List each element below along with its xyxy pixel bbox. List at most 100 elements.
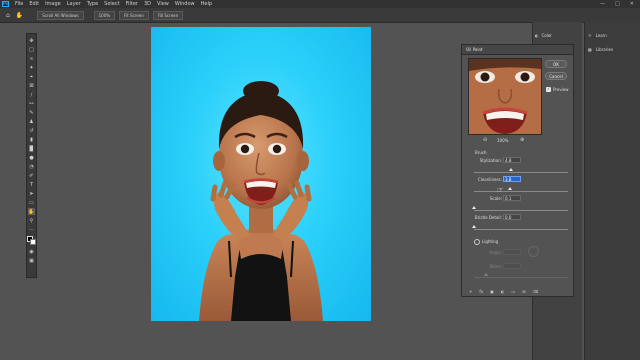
zoom-tool-icon[interactable]: ⚲ xyxy=(28,217,35,224)
cleanliness-slider-handle[interactable] xyxy=(507,187,512,190)
adjustment-icon[interactable]: ◐ xyxy=(501,289,505,294)
angle-input[interactable] xyxy=(503,249,521,255)
background-color-swatch[interactable] xyxy=(30,239,36,245)
menu-filter[interactable]: Filter xyxy=(126,1,138,7)
dialog-title-bar[interactable]: Oil Paint xyxy=(462,45,573,55)
cleanliness-slider[interactable] xyxy=(474,191,568,192)
bristle-detail-slider-handle[interactable] xyxy=(472,225,476,228)
shine-input[interactable] xyxy=(503,263,521,269)
scroll-all-windows-checkbox[interactable]: Scroll All Windows xyxy=(37,10,84,20)
rectangle-tool-icon[interactable]: ▭ xyxy=(28,199,35,206)
dodge-tool-icon[interactable]: ◔ xyxy=(28,163,35,170)
minimize-icon[interactable]: — xyxy=(600,1,605,7)
eraser-tool-icon[interactable]: ▮ xyxy=(28,136,35,143)
home-icon[interactable]: ⌂ xyxy=(6,12,10,19)
angle-label: Angle: xyxy=(489,250,502,255)
menu-edit[interactable]: Edit xyxy=(29,1,39,7)
learn-panel-column xyxy=(584,22,640,360)
new-layer-icon[interactable]: ⊞ xyxy=(522,289,525,294)
cleanliness-input[interactable]: 3.8 xyxy=(503,176,521,182)
gradient-tool-icon[interactable]: ▉ xyxy=(28,145,35,152)
frame-tool-icon[interactable]: ⊠ xyxy=(28,82,35,89)
healing-tool-icon[interactable]: ⚯ xyxy=(28,100,35,107)
brush-section-label: Brush xyxy=(475,150,487,155)
stylization-input[interactable]: 4.8 xyxy=(503,157,521,163)
link-layers-icon[interactable]: ⚭ xyxy=(469,289,472,294)
menu-bar: Ps File Edit Image Layer Type Select Fil… xyxy=(0,0,640,8)
move-tool-icon[interactable]: ✥ xyxy=(28,37,35,44)
pen-tool-icon[interactable]: ✐ xyxy=(28,172,35,179)
history-brush-tool-icon[interactable]: ↺ xyxy=(28,127,35,134)
menu-type[interactable]: Type xyxy=(87,1,98,7)
screen-mode-icon[interactable]: ▣ xyxy=(28,257,35,264)
dialog-title: Oil Paint xyxy=(466,47,483,52)
cancel-button[interactable]: Cancel xyxy=(545,72,567,80)
tools-panel: ✥ □ ∞ ✦ ⌖ ⊠ ∕ ⚯ ✎ ♟ ↺ ▮ ▉ ● ◔ ✐ T ➤ ▭ ✋ … xyxy=(26,33,37,278)
more-tools-icon[interactable]: ··· xyxy=(28,226,35,233)
shine-label: Shine: xyxy=(489,264,502,269)
menu-help[interactable]: Help xyxy=(201,1,212,7)
quick-select-tool-icon[interactable]: ✦ xyxy=(28,64,35,71)
stamp-tool-icon[interactable]: ♟ xyxy=(28,118,35,125)
preview-zoom-level: 100% xyxy=(497,138,509,143)
blur-tool-icon[interactable]: ● xyxy=(28,154,35,161)
menu-image[interactable]: Image xyxy=(45,1,61,7)
quick-mask-icon[interactable]: ◉ xyxy=(28,248,35,255)
menu-layer[interactable]: Layer xyxy=(67,1,81,7)
menu-file[interactable]: File xyxy=(15,1,23,7)
layers-panel-footer: ⚭ fx ▣ ◐ ▭ ⊞ ⌫ xyxy=(461,288,549,295)
menu-view[interactable]: View xyxy=(157,1,169,7)
ok-button[interactable]: OK xyxy=(545,60,567,68)
fill-screen-button[interactable]: Fill Screen xyxy=(152,10,184,20)
lighting-checkbox[interactable] xyxy=(474,239,480,245)
preview-checkbox[interactable]: ✓ xyxy=(546,86,551,92)
window-controls: — □ ✕ xyxy=(600,1,634,7)
menu-window[interactable]: Window xyxy=(175,1,195,7)
color-panel-icon: ◐ xyxy=(535,32,539,38)
zoom-100-button[interactable]: 100% xyxy=(93,10,116,20)
cleanliness-label: Cleanliness: xyxy=(477,177,502,182)
type-tool-icon[interactable]: T xyxy=(28,181,35,188)
close-icon[interactable]: ✕ xyxy=(630,1,634,7)
marquee-tool-icon[interactable]: □ xyxy=(28,46,35,53)
eyedropper-tool-icon[interactable]: ∕ xyxy=(28,91,35,98)
document-canvas[interactable] xyxy=(151,27,371,321)
lighting-label: Lighting xyxy=(482,239,499,244)
panel-tab-libraries[interactable]: ▩ Libraries xyxy=(588,42,636,56)
zoom-out-icon[interactable]: ⊝ xyxy=(483,137,487,143)
crop-tool-icon[interactable]: ⌖ xyxy=(28,73,35,80)
maximize-icon[interactable]: □ xyxy=(615,1,620,7)
shine-slider-handle[interactable] xyxy=(484,273,488,276)
fx-icon[interactable]: fx xyxy=(479,289,483,294)
menu-select[interactable]: Select xyxy=(104,1,119,7)
bristle-detail-slider[interactable] xyxy=(474,229,568,230)
options-bar: ⌂ ✋ Scroll All Windows 100% Fit Screen F… xyxy=(0,8,640,23)
angle-dial[interactable] xyxy=(528,246,539,257)
panel-tab-learn[interactable]: ☼ Learn xyxy=(588,28,636,42)
scale-input[interactable]: 0.1 xyxy=(503,195,521,201)
menu-3d[interactable]: 3D xyxy=(144,1,151,7)
trash-icon[interactable]: ⌫ xyxy=(533,289,539,294)
path-select-tool-icon[interactable]: ➤ xyxy=(28,190,35,197)
filter-preview[interactable] xyxy=(468,58,542,135)
folder-icon[interactable]: ▭ xyxy=(511,289,515,294)
mask-icon[interactable]: ▣ xyxy=(490,289,494,294)
scale-slider[interactable] xyxy=(474,210,568,211)
panel-tab-color[interactable]: ◐ Color xyxy=(535,28,579,42)
stylization-slider-handle[interactable] xyxy=(508,168,513,171)
fit-screen-button[interactable]: Fit Screen xyxy=(119,10,149,20)
scale-slider-handle[interactable] xyxy=(472,206,476,209)
hand-tool-icon: ✋ xyxy=(15,11,24,19)
panel-tab-learn-label: Learn xyxy=(595,32,607,38)
bristle-detail-label: Bristle Detail: xyxy=(474,215,502,220)
lasso-tool-icon[interactable]: ∞ xyxy=(28,55,35,62)
lightbulb-icon: ☼ xyxy=(588,32,592,38)
hand-tool-icon[interactable]: ✋ xyxy=(28,208,35,215)
scale-label: Scale: xyxy=(489,196,502,201)
zoom-in-icon[interactable]: ⊕ xyxy=(520,137,524,143)
stylization-slider[interactable] xyxy=(474,172,568,173)
bristle-detail-input[interactable]: 0.0 xyxy=(503,214,521,220)
shine-slider[interactable] xyxy=(474,277,568,278)
brush-tool-icon[interactable]: ✎ xyxy=(28,109,35,116)
color-swatches[interactable] xyxy=(27,236,36,245)
